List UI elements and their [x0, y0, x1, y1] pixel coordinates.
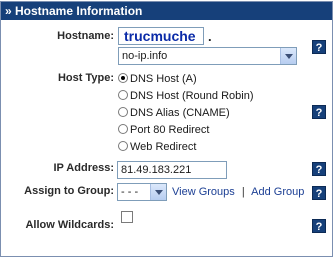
group-select-value: - - - — [121, 186, 139, 198]
allow-wildcards-label: Allow Wildcards: — [25, 219, 114, 231]
ip-address-label: IP Address: — [53, 162, 114, 174]
group-select[interactable]: - - - — [117, 183, 167, 201]
panel-title: » Hostname Information — [1, 2, 332, 20]
chevron-down-icon[interactable] — [150, 184, 166, 200]
host-type-option-label: DNS Host (Round Robin) — [130, 90, 254, 102]
assign-group-label: Assign to Group: — [24, 185, 114, 197]
host-type-option-web-redirect[interactable]: Web Redirect — [118, 139, 196, 155]
chevron-down-icon[interactable] — [280, 48, 296, 64]
radio-button[interactable] — [118, 141, 128, 151]
view-groups-link[interactable]: View Groups — [172, 186, 235, 198]
wildcards-help-icon[interactable]: ? — [312, 219, 326, 233]
host-type-option-a[interactable]: DNS Host (A) — [118, 71, 197, 87]
domain-select-value: no-ip.info — [122, 50, 168, 62]
add-group-link[interactable]: Add Group — [251, 186, 304, 198]
radio-button[interactable] — [118, 124, 128, 134]
link-separator: | — [241, 186, 245, 198]
host-type-option-round-robin[interactable]: DNS Host (Round Robin) — [118, 88, 254, 104]
allow-wildcards-checkbox[interactable] — [121, 211, 133, 223]
radio-button-selected[interactable] — [118, 73, 128, 83]
host-type-option-cname[interactable]: DNS Alias (CNAME) — [118, 105, 230, 121]
host-type-option-port-80-redirect[interactable]: Port 80 Redirect — [118, 122, 209, 138]
radio-button[interactable] — [118, 107, 128, 117]
radio-button[interactable] — [118, 90, 128, 100]
domain-select[interactable]: no-ip.info — [118, 47, 297, 65]
host-type-option-label: Port 80 Redirect — [130, 124, 210, 136]
group-links: View Groups | Add Group — [172, 186, 304, 198]
ip-address-help-icon[interactable]: ? — [312, 162, 326, 176]
host-type-label: Host Type: — [57, 72, 114, 84]
host-type-option-label: DNS Alias (CNAME) — [130, 107, 230, 119]
hostname-input[interactable]: trucmuche — [118, 27, 204, 45]
hostname-dot: . — [208, 29, 212, 44]
hostname-label: Hostname: — [57, 30, 114, 42]
assign-group-help-icon[interactable]: ? — [312, 186, 326, 200]
host-type-option-label: DNS Host (A) — [130, 73, 197, 85]
host-type-option-label: Web Redirect — [130, 141, 197, 153]
ip-address-input[interactable]: 81.49.183.221 — [117, 161, 227, 179]
host-type-help-icon[interactable]: ? — [312, 105, 326, 119]
hostname-help-icon[interactable]: ? — [312, 40, 326, 54]
